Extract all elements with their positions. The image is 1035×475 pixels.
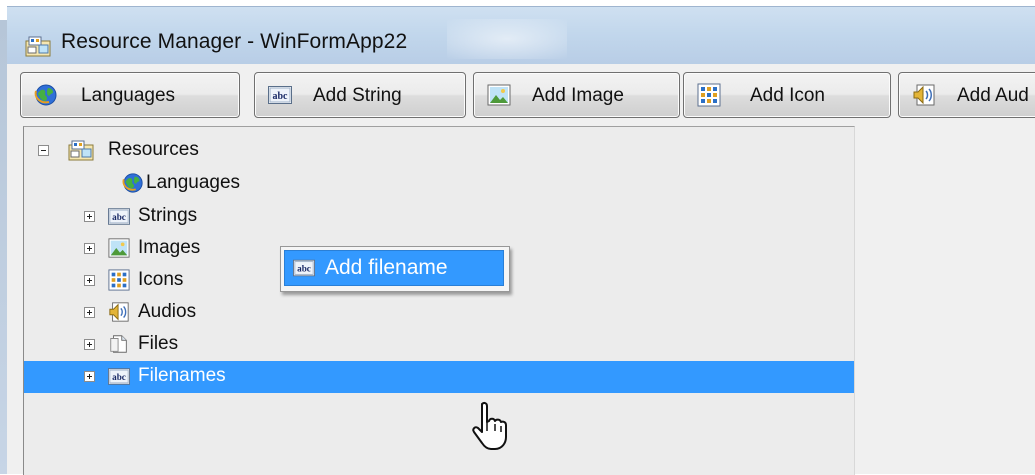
add-icon-button[interactable]: Add Icon	[683, 72, 891, 118]
tree-node-files[interactable]: Files	[24, 329, 854, 361]
title-bar-glow	[447, 19, 567, 59]
tree-node-languages[interactable]: Languages	[24, 168, 854, 200]
file-icon	[108, 333, 130, 355]
globe-icon	[33, 83, 59, 107]
tree-node-label: Resources	[108, 139, 199, 160]
expand-toggle[interactable]	[84, 275, 95, 286]
abc-string-icon	[108, 368, 130, 385]
languages-button-label: Languages	[81, 85, 176, 106]
content-area: Resources Languages Strings Images Icons…	[7, 126, 1035, 475]
image-icon	[486, 83, 512, 107]
tree-node-label: Icons	[138, 269, 184, 290]
tree-node-label: Languages	[146, 172, 241, 193]
add-icon-button-label: Add Icon	[750, 85, 825, 106]
add-filename-menu-item[interactable]: Add filename	[284, 250, 504, 286]
collapse-toggle[interactable]	[38, 145, 49, 156]
hand-pointer-cursor-icon	[472, 401, 507, 450]
add-audio-button[interactable]: Add Aud	[898, 72, 1035, 118]
window-left-edge	[0, 20, 7, 474]
menu-item-label: Add filename	[325, 256, 448, 279]
title-bar[interactable]: Resource Manager - WinFormApp22	[7, 6, 1035, 65]
abc-string-icon	[293, 259, 315, 277]
tree-node-filenames[interactable]: Filenames	[24, 361, 854, 393]
icon-grid-icon	[108, 269, 130, 291]
resource-manager-window: Resource Manager - WinFormApp22 Language…	[0, 0, 1035, 475]
resource-tree[interactable]: Resources Languages Strings Images Icons…	[23, 126, 855, 475]
resource-manager-icon	[25, 35, 51, 57]
audio-icon	[108, 301, 130, 323]
abc-string-icon	[267, 86, 293, 104]
add-audio-button-label: Add Aud	[957, 85, 1029, 106]
languages-button[interactable]: Languages	[20, 72, 240, 118]
expand-toggle[interactable]	[84, 371, 95, 382]
expand-toggle[interactable]	[84, 211, 95, 222]
tree-node-label: Filenames	[138, 365, 226, 386]
add-image-button-label: Add Image	[532, 85, 624, 106]
abc-string-icon	[108, 208, 130, 225]
audio-icon	[911, 83, 937, 107]
expand-toggle[interactable]	[84, 339, 95, 350]
expand-toggle[interactable]	[84, 243, 95, 254]
icon-grid-icon	[696, 83, 722, 107]
tree-node-audios[interactable]: Audios	[24, 297, 854, 329]
tree-node-strings[interactable]: Strings	[24, 201, 854, 233]
tree-node-label: Audios	[138, 301, 197, 322]
tree-node-label: Files	[138, 333, 179, 354]
tree-node-label: Images	[138, 237, 201, 258]
resources-icon	[68, 139, 94, 161]
add-string-button-label: Add String	[313, 85, 402, 106]
tree-node-resources[interactable]: Resources	[24, 135, 854, 167]
globe-icon	[122, 172, 144, 194]
tree-node-label: Strings	[138, 205, 198, 226]
window-title: Resource Manager - WinFormApp22	[61, 30, 408, 53]
toolbar: Languages Add String Add Image Add Icon …	[7, 64, 1035, 126]
add-string-button[interactable]: Add String	[254, 72, 466, 118]
image-icon	[108, 237, 130, 259]
context-menu: Add filename	[280, 246, 510, 292]
add-image-button[interactable]: Add Image	[473, 72, 680, 118]
expand-toggle[interactable]	[84, 307, 95, 318]
